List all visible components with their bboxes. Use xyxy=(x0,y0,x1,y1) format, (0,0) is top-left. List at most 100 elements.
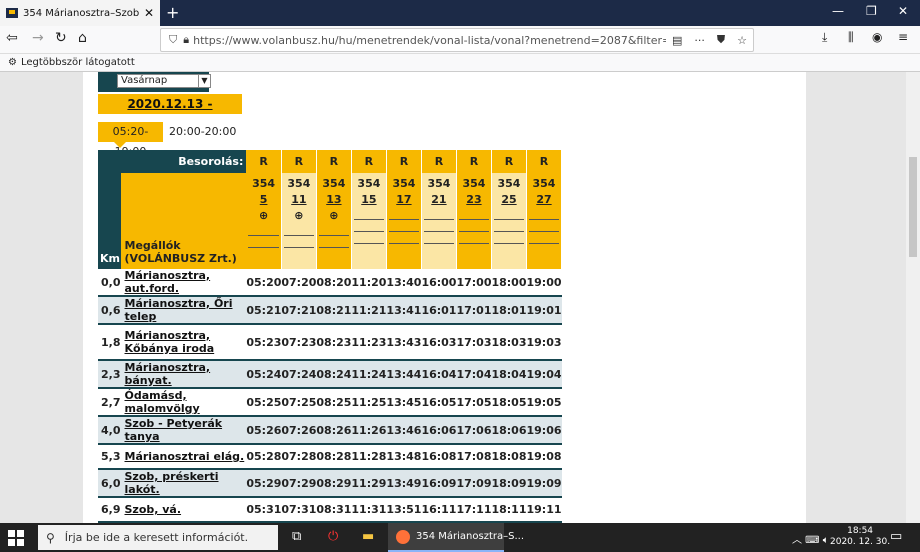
departure-time: 05:20 xyxy=(246,269,282,297)
stops-header: Megállók (VOLÁNBUSZ Zrt.) xyxy=(120,173,247,269)
departure-time: 08:23 xyxy=(316,324,352,361)
taskbar-search[interactable]: ⚲ Írja be ide a keresett információt. xyxy=(38,525,278,550)
star-icon[interactable]: ☆ xyxy=(737,34,747,47)
url-text[interactable]: https://www.volanbusz.hu/hu/menetrendek/… xyxy=(193,34,666,47)
departure-time: 18:00 xyxy=(491,269,527,297)
departure-time: 19:11 xyxy=(526,497,562,523)
stop-link[interactable]: Ódamásd, malomvölgy xyxy=(120,388,247,417)
downloads-icon[interactable]: ⤓ xyxy=(822,30,827,45)
stop-link[interactable]: Márianosztra, Kőbánya iroda xyxy=(120,324,247,361)
line-number: 354 xyxy=(392,177,416,190)
class-cell: R xyxy=(351,150,387,173)
reader-view-icon[interactable]: ▤ xyxy=(672,34,682,47)
time-tab-active[interactable]: 05:20-19:00 xyxy=(98,122,163,158)
tray-icons[interactable]: ︿ ⌨ 🔈︎ xyxy=(792,531,829,546)
stop-link[interactable]: Márianosztra, bányat. xyxy=(120,360,247,389)
trip-number[interactable]: 25 xyxy=(492,192,526,208)
departure-time: 17:01 xyxy=(456,296,492,325)
departure-time: 17:11 xyxy=(456,497,492,523)
back-icon[interactable]: ⇦ xyxy=(6,30,18,46)
km-cell: 1,8 xyxy=(98,324,121,361)
divider xyxy=(493,220,524,232)
table-row: 6,9 Szob, vá. 05:31 07:31 08:31 11:31 13:51 16:… xyxy=(98,497,562,523)
km-cell: 2,3 xyxy=(98,360,121,389)
close-window-icon[interactable]: ✕ xyxy=(898,4,908,18)
lock-icon[interactable]: 🔒︎ xyxy=(183,33,189,47)
departure-time: 17:08 xyxy=(456,444,492,470)
departure-time: 08:20 xyxy=(316,269,352,297)
stop-link[interactable]: Márianosztrai elág. xyxy=(120,444,247,470)
chevron-down-icon[interactable]: ▼ xyxy=(198,75,210,87)
divider xyxy=(318,224,349,236)
departure-time: 18:09 xyxy=(491,469,527,498)
taskbar: ⚲ Írja be ide a keresett információt. ⧉ … xyxy=(0,523,920,552)
departure-time: 18:05 xyxy=(491,388,527,417)
divider xyxy=(423,232,454,244)
divider xyxy=(283,236,314,248)
windows-start-icon[interactable] xyxy=(8,530,24,546)
trip-number[interactable]: 23 xyxy=(457,192,491,208)
departure-time: 18:11 xyxy=(491,497,527,523)
class-cell: R xyxy=(246,150,282,173)
pocket-icon[interactable]: ⛊ xyxy=(717,33,725,47)
departure-time: 08:26 xyxy=(316,416,352,445)
notification-icon[interactable]: ▭ xyxy=(890,529,902,544)
close-tab-icon[interactable]: ✕ xyxy=(144,6,154,20)
scrollbar[interactable] xyxy=(906,72,920,523)
stop-link[interactable]: Márianosztra, aut.ford. xyxy=(120,269,247,297)
bookmark-most-visited[interactable]: Legtöbbször látogatott xyxy=(21,57,135,68)
menu-icon[interactable]: ≡ xyxy=(898,30,908,44)
trip-number[interactable]: 15 xyxy=(352,192,386,208)
forward-icon[interactable]: → xyxy=(32,30,44,46)
task-view-icon[interactable]: ⧉ xyxy=(292,529,301,544)
departure-time: 13:46 xyxy=(386,416,422,445)
page-actions-icon[interactable]: ··· xyxy=(694,34,705,47)
trip-number[interactable]: 13 xyxy=(317,192,351,208)
stop-link[interactable]: Márianosztra, Őri telep xyxy=(120,296,247,325)
stop-link[interactable]: Szob - Petyerák tanya xyxy=(120,416,247,445)
restore-icon[interactable]: ❐ xyxy=(866,4,877,18)
trip-number[interactable]: 27 xyxy=(527,192,561,208)
departure-time: 17:06 xyxy=(456,416,492,445)
departure-time: 08:25 xyxy=(316,388,352,417)
file-explorer-icon[interactable]: ▬ xyxy=(362,529,374,544)
divider xyxy=(423,208,454,220)
clock[interactable]: 18:54 2020. 12. 30. xyxy=(830,526,890,548)
departure-time: 05:31 xyxy=(246,497,282,523)
stop-link[interactable]: Szob, préskerti lakót. xyxy=(120,469,247,498)
address-bar[interactable]: ⛉ 🔒︎ https://www.volanbusz.hu/hu/menetre… xyxy=(160,28,754,52)
km-cell: 0,6 xyxy=(98,296,121,325)
shield-icon[interactable]: ⛉ xyxy=(169,33,177,47)
minimize-icon[interactable]: — xyxy=(832,4,844,18)
trip-number[interactable]: 17 xyxy=(387,192,421,208)
clock-time: 18:54 xyxy=(847,526,874,536)
stop-link[interactable]: Szob, vá. xyxy=(120,497,247,523)
departure-time: 16:04 xyxy=(421,360,457,389)
day-select[interactable]: Vasárnap ▼ xyxy=(117,74,211,88)
time-tab-other[interactable]: 20:00-20:00 xyxy=(169,122,236,142)
trip-number[interactable]: 11 xyxy=(282,192,316,208)
departure-time: 17:09 xyxy=(456,469,492,498)
departure-time: 17:00 xyxy=(456,269,492,297)
departure-time: 07:21 xyxy=(281,296,317,325)
reload-icon[interactable]: ↻ xyxy=(55,30,67,46)
account-icon[interactable]: ◉ xyxy=(872,30,882,44)
scrollbar-thumb[interactable] xyxy=(909,157,917,257)
new-tab-icon[interactable]: + xyxy=(166,3,179,22)
date-range[interactable]: 2020.12.13 - xyxy=(98,94,242,114)
line-number: 354 xyxy=(287,177,311,190)
browser-tab[interactable]: 354 Márianosztra–Szob - Volánb ✕ xyxy=(0,0,160,26)
trip-number[interactable]: 21 xyxy=(422,192,456,208)
departure-time: 05:29 xyxy=(246,469,282,498)
trip-number[interactable]: 5 xyxy=(246,192,281,208)
library-icon[interactable]: ⫼ xyxy=(848,30,854,45)
home-icon[interactable]: ⌂ xyxy=(78,30,87,46)
trip-column-header: 354 27 xyxy=(526,173,563,269)
departure-time: 13:40 xyxy=(386,269,422,297)
firefox-taskbar-item[interactable]: 354 Márianosztra–S... xyxy=(388,523,524,552)
divider xyxy=(528,208,559,220)
power-app-icon[interactable]: ⏻ xyxy=(328,529,338,544)
divider xyxy=(388,208,419,220)
departure-time: 05:21 xyxy=(246,296,282,325)
bookmarks-bar: ⚙ Legtöbbször látogatott xyxy=(0,54,920,72)
